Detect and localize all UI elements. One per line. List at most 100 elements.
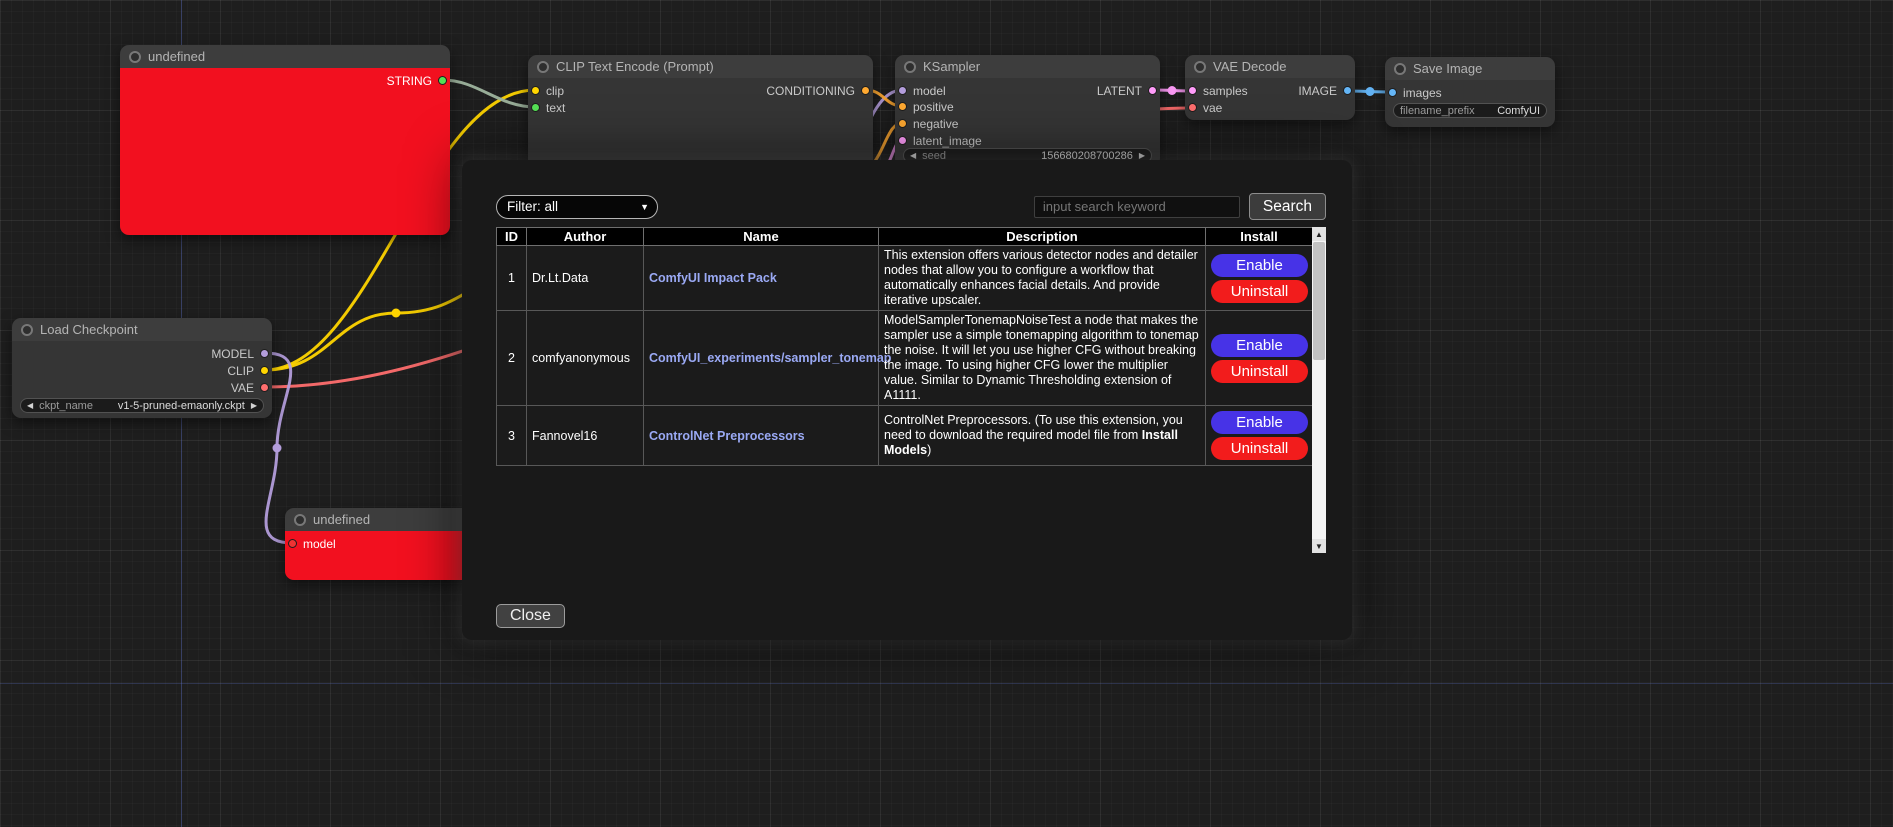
slot-label: model <box>913 84 946 98</box>
uninstall-button[interactable]: Uninstall <box>1211 437 1308 460</box>
model-slot-dot[interactable] <box>288 539 297 548</box>
prev-arrow-icon[interactable]: ◀ <box>910 152 916 160</box>
filter-select[interactable]: Filter: all <box>496 195 658 219</box>
table-scrollbar[interactable]: ▲ ▼ <box>1312 227 1326 553</box>
search-input[interactable] <box>1034 196 1240 218</box>
next-arrow-icon[interactable]: ▶ <box>1139 152 1145 160</box>
extension-table: ID Author Name Description Install 1 Dr.… <box>496 227 1313 466</box>
node-title-bar[interactable]: CLIP Text Encode (Prompt) <box>528 55 873 78</box>
input-slot-samples: samples <box>1188 83 1248 98</box>
collapse-dot-icon[interactable] <box>294 514 306 526</box>
dialog-controls: Filter: all ▼ Search <box>496 193 1326 220</box>
vae-slot-dot[interactable] <box>1188 103 1197 112</box>
node-clip-text-encode[interactable]: CLIP Text Encode (Prompt) clip text COND… <box>528 55 873 175</box>
slot-label: images <box>1403 86 1442 100</box>
node-title: CLIP Text Encode (Prompt) <box>556 59 714 74</box>
widget-label: filename_prefix <box>1400 105 1475 117</box>
cell-description: ModelSamplerTonemapNoiseTest a node that… <box>879 311 1206 406</box>
uninstall-button[interactable]: Uninstall <box>1211 280 1308 303</box>
output-slot-model: MODEL <box>211 346 269 361</box>
filename-prefix-widget[interactable]: filename_prefix ComfyUI <box>1393 103 1547 118</box>
samples-slot-dot[interactable] <box>1188 86 1197 95</box>
enable-button[interactable]: Enable <box>1211 411 1308 434</box>
model-slot-dot[interactable] <box>260 349 269 358</box>
input-slot-vae: vae <box>1188 100 1222 115</box>
cell-install: Enable Uninstall <box>1206 406 1313 466</box>
node-title-bar[interactable]: VAE Decode <box>1185 55 1355 78</box>
conditioning-slot-dot[interactable] <box>861 86 870 95</box>
node-body: MODEL CLIP VAE ◀ ckpt_name v1-5-pruned-e… <box>12 341 272 418</box>
collapse-dot-icon[interactable] <box>129 51 141 63</box>
node-load-checkpoint[interactable]: Load Checkpoint MODEL CLIP VAE ◀ ckpt_na… <box>12 318 272 418</box>
header-description: Description <box>879 228 1206 246</box>
slot-label: negative <box>913 117 958 131</box>
node-save-image[interactable]: Save Image images filename_prefix ComfyU… <box>1385 57 1555 127</box>
node-title-bar[interactable]: Load Checkpoint <box>12 318 272 341</box>
latent-slot-dot[interactable] <box>1148 86 1157 95</box>
vae-slot-dot[interactable] <box>260 383 269 392</box>
close-button[interactable]: Close <box>496 604 565 628</box>
node-vae-decode[interactable]: VAE Decode samples vae IMAGE <box>1185 55 1355 120</box>
collapse-dot-icon[interactable] <box>537 61 549 73</box>
extension-table-zone: ID Author Name Description Install 1 Dr.… <box>496 227 1326 553</box>
positive-slot-dot[interactable] <box>898 102 907 111</box>
string-slot-dot[interactable] <box>438 76 447 85</box>
latent-image-slot-dot[interactable] <box>898 136 907 145</box>
node-title-bar[interactable]: undefined <box>120 45 450 68</box>
clip-slot-dot[interactable] <box>531 86 540 95</box>
slot-label: text <box>546 101 565 115</box>
widget-label: ckpt_name <box>39 400 93 412</box>
scrollbar-thumb[interactable] <box>1313 242 1325 360</box>
output-slot-clip: CLIP <box>227 363 269 378</box>
slot-label: VAE <box>231 381 254 395</box>
scroll-down-icon[interactable]: ▼ <box>1312 539 1326 553</box>
slot-label: LATENT <box>1097 84 1142 98</box>
comfyui-canvas[interactable]: undefined STRING CLIP Text Encode (Promp… <box>0 0 1893 827</box>
output-slot-string: STRING <box>387 73 447 88</box>
prev-arrow-icon[interactable]: ◀ <box>27 402 33 410</box>
cell-id: 3 <box>497 406 527 466</box>
widget-value: ComfyUI <box>1497 105 1540 117</box>
node-title: undefined <box>148 49 205 64</box>
extension-link[interactable]: ComfyUI_experiments/sampler_tonemap <box>649 351 891 365</box>
image-slot-dot[interactable] <box>1343 86 1352 95</box>
node-body: samples vae IMAGE <box>1185 78 1355 120</box>
collapse-dot-icon[interactable] <box>1194 61 1206 73</box>
enable-button[interactable]: Enable <box>1211 254 1308 277</box>
ckpt-name-widget[interactable]: ◀ ckpt_name v1-5-pruned-emaonly.ckpt ▶ <box>20 398 264 413</box>
clip-slot-dot[interactable] <box>260 366 269 375</box>
input-slot-text: text <box>531 100 565 115</box>
slot-label: latent_image <box>913 134 982 148</box>
cell-description: This extension offers various detector n… <box>879 246 1206 311</box>
text-slot-dot[interactable] <box>531 103 540 112</box>
collapse-dot-icon[interactable] <box>904 61 916 73</box>
model-slot-dot[interactable] <box>898 86 907 95</box>
next-arrow-icon[interactable]: ▶ <box>251 402 257 410</box>
node-undefined-top[interactable]: undefined STRING <box>120 45 450 235</box>
node-title-bar[interactable]: Save Image <box>1385 57 1555 80</box>
extension-link[interactable]: ComfyUI Impact Pack <box>649 271 777 285</box>
slot-label: MODEL <box>211 347 254 361</box>
images-slot-dot[interactable] <box>1388 88 1397 97</box>
output-slot-conditioning: CONDITIONING <box>766 83 870 98</box>
enable-button[interactable]: Enable <box>1211 334 1308 357</box>
widget-value: v1-5-pruned-emaonly.ckpt <box>118 400 245 412</box>
node-title: VAE Decode <box>1213 59 1286 74</box>
slot-label: clip <box>546 84 564 98</box>
filter-select-wrap: Filter: all ▼ <box>496 195 658 219</box>
negative-slot-dot[interactable] <box>898 119 907 128</box>
output-slot-latent: LATENT <box>1097 83 1157 98</box>
node-title-bar[interactable]: KSampler <box>895 55 1160 78</box>
collapse-dot-icon[interactable] <box>21 324 33 336</box>
collapse-dot-icon[interactable] <box>1394 63 1406 75</box>
search-button[interactable]: Search <box>1249 193 1326 220</box>
input-slot-model: model <box>288 536 336 551</box>
description-text: ControlNet Preprocessors. (To use this e… <box>884 413 1183 442</box>
extension-row: 1 Dr.Lt.Data ComfyUI Impact Pack This ex… <box>497 246 1313 311</box>
node-ksampler[interactable]: KSampler model positive negative latent_… <box>895 55 1160 167</box>
uninstall-button[interactable]: Uninstall <box>1211 360 1308 383</box>
extension-link[interactable]: ControlNet Preprocessors <box>649 429 805 443</box>
cell-install: Enable Uninstall <box>1206 246 1313 311</box>
cell-name: ComfyUI_experiments/sampler_tonemap <box>644 311 879 406</box>
scroll-up-icon[interactable]: ▲ <box>1312 227 1326 241</box>
